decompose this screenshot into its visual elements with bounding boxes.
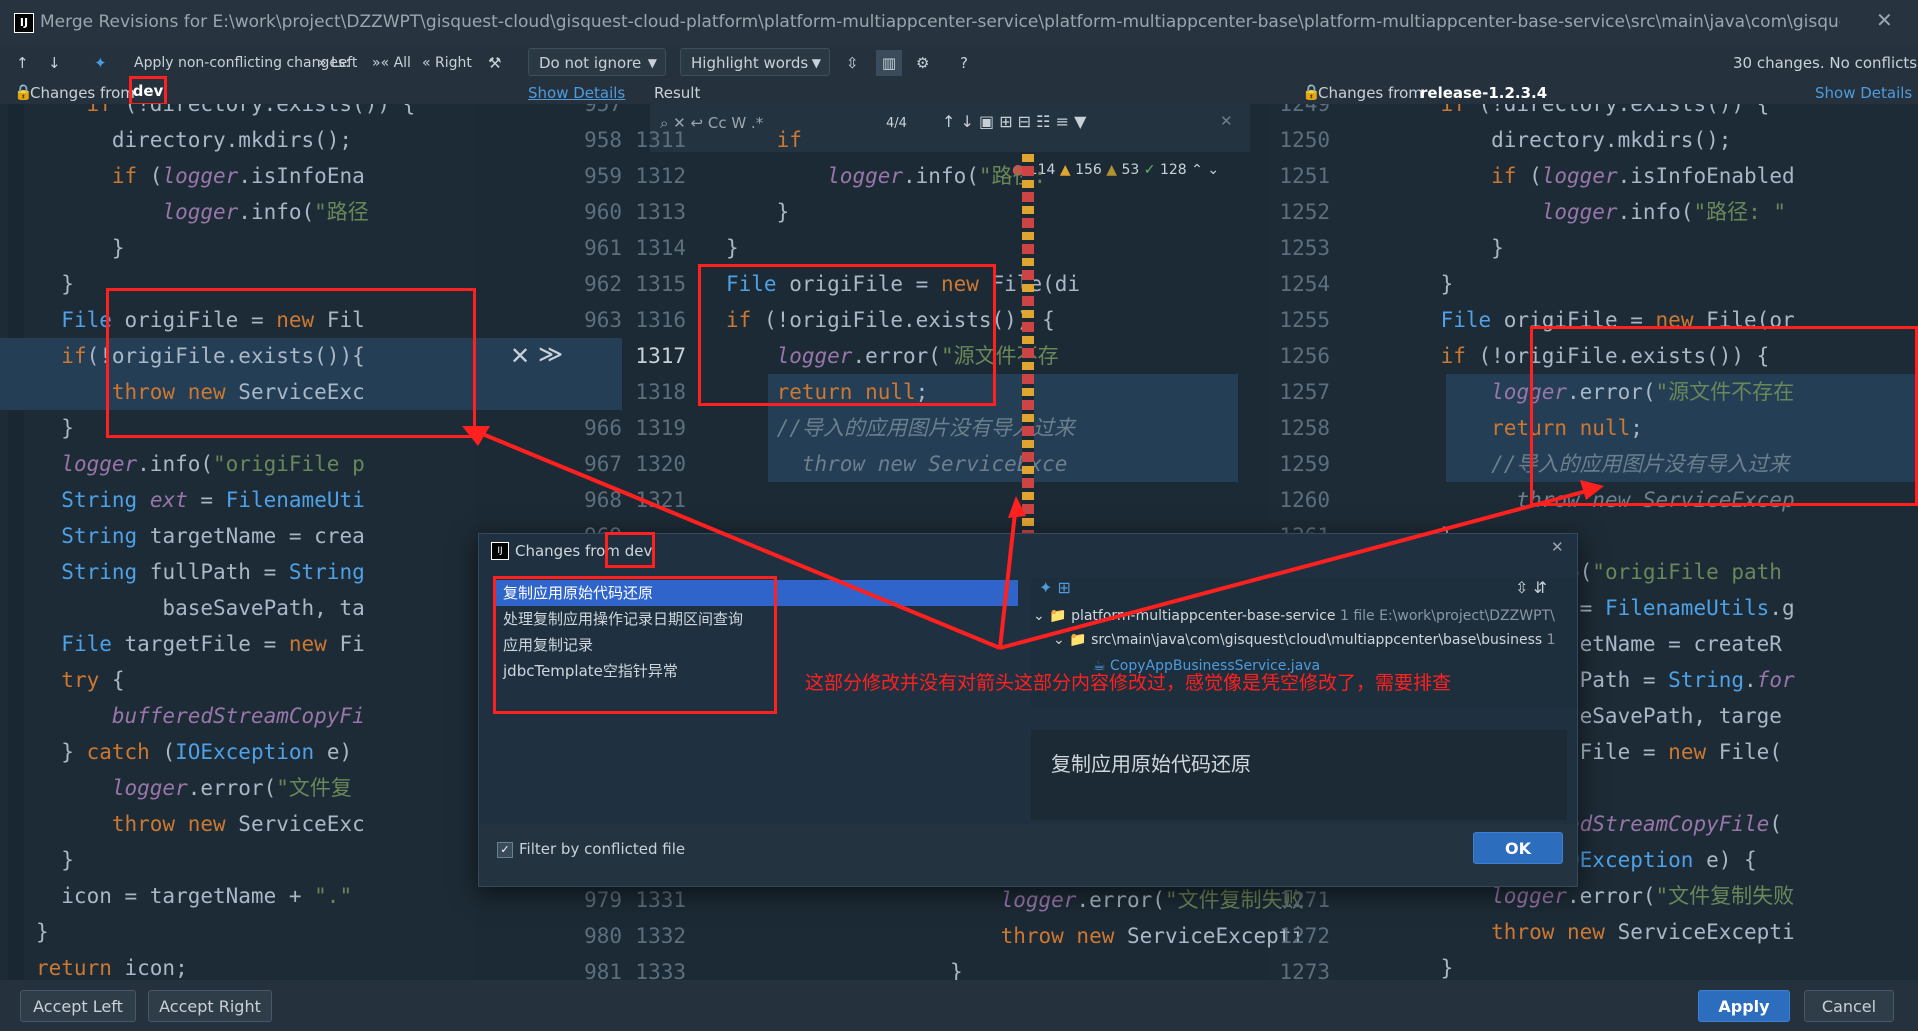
cancel-button[interactable]: Cancel [1804,990,1894,1022]
apply-button[interactable]: Apply [1698,990,1790,1022]
arrow-to-left [467,426,1001,650]
arrowhead-result [1008,496,1026,518]
accept-right-button[interactable]: Accept Right [148,990,272,1022]
arrow-to-result [998,503,1018,649]
arrow-to-right [999,486,1599,650]
annotation-arrows [462,426,1604,650]
bottom-action-bar: Accept Left Accept Right Apply Cancel [0,980,1918,1031]
accept-left-button[interactable]: Accept Left [20,990,136,1022]
arrowhead-right [1580,480,1604,500]
